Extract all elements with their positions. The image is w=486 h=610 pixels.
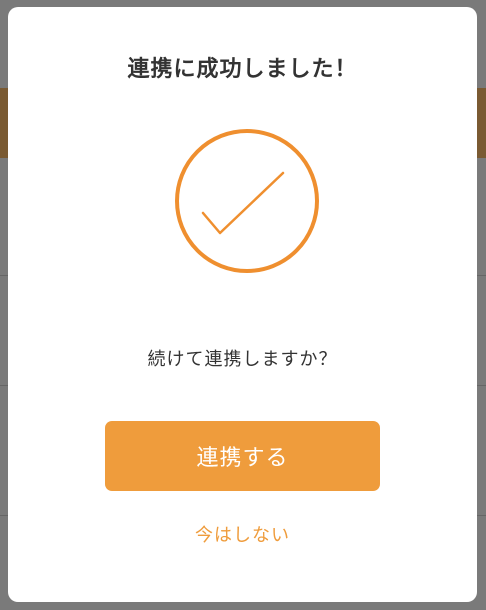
success-dialog: 連携に成功しました！ 続けて連携しますか？ 連携する 今はしない: [8, 7, 477, 602]
link-button[interactable]: 連携する: [105, 421, 380, 491]
not-now-link[interactable]: 今はしない: [8, 521, 477, 547]
dialog-title: 連携に成功しました！: [127, 57, 358, 82]
check-circle-icon: [173, 127, 321, 275]
dialog-message: 続けて連携しますか？: [147, 349, 338, 370]
